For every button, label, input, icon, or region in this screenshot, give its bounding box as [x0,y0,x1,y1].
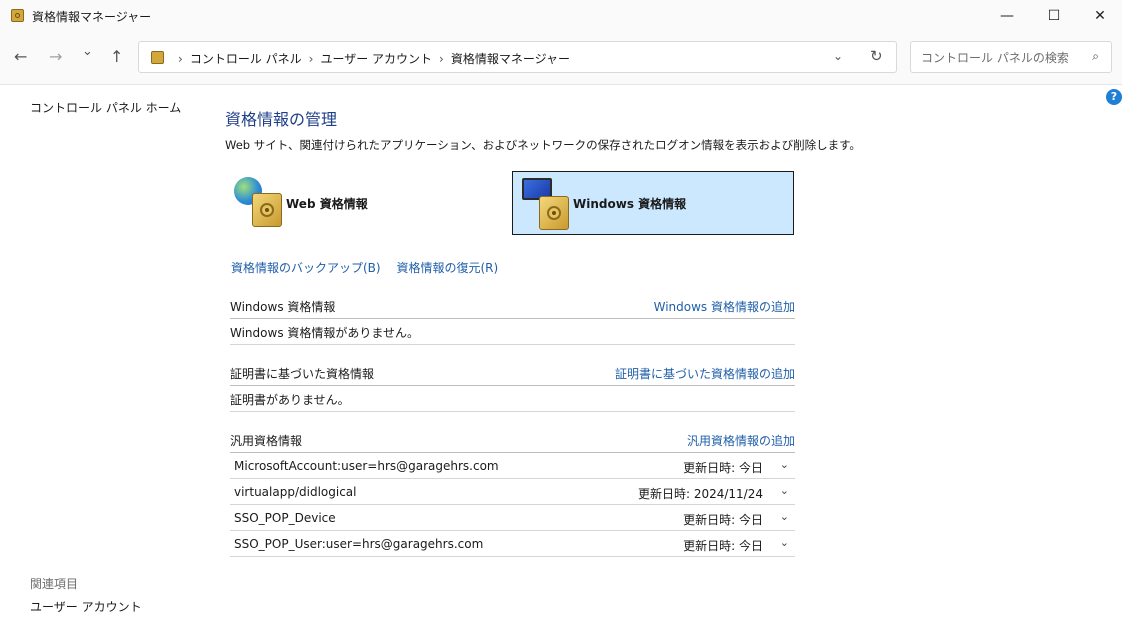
minimize-button[interactable]: — [984,0,1030,32]
control-panel-icon [151,51,164,64]
back-button[interactable]: ← [14,47,27,66]
certificate-credentials-header: 証明書に基づいた資格情報 証明書に基づいた資格情報の追加 [230,365,795,385]
credential-name: MicrosoftAccount:user=hrs@garagehrs.com [234,459,499,473]
generic-credential-row[interactable]: SSO_POP_User:user=hrs@garagehrs.com 更新日時… [230,531,795,557]
credential-modified: 更新日時: 今日 [683,461,763,475]
breadcrumb-credential-manager[interactable]: 資格情報マネージャー [451,52,570,66]
breadcrumb-user-accounts[interactable]: ユーザー アカウント [320,52,432,66]
related-heading: 関連項目 [30,577,79,591]
page-title: 資格情報の管理 [225,110,338,129]
backup-credentials-link[interactable]: 資格情報のバックアップ(B) [231,261,381,275]
credential-name: virtualapp/didlogical [234,485,357,499]
windows-credentials-title: Windows 資格情報 [230,300,336,314]
breadcrumb: › コントロール パネル › ユーザー アカウント › 資格情報マネージャー [171,50,570,67]
search-box[interactable]: ⌕ [910,41,1112,73]
vault-icon [252,193,282,227]
certificate-credentials-empty: 証明書がありません。 [230,393,350,407]
certificate-credentials-title: 証明書に基づいた資格情報 [230,367,375,381]
credential-modified: 更新日時: 今日 [683,539,763,553]
breadcrumb-separator-icon: › [178,52,183,66]
backup-restore-links: 資格情報のバックアップ(B) 資格情報の復元(R) [231,259,498,276]
breadcrumb-separator-icon: › [439,52,444,66]
forward-button[interactable]: → [49,47,62,66]
credential-name: SSO_POP_Device [234,511,336,525]
chevron-down-icon: ⌄ [82,44,93,59]
generic-credential-row[interactable]: virtualapp/didlogical 更新日時: 2024/11/24 ⌄ [230,479,795,505]
help-icon[interactable]: ? [1106,89,1122,105]
web-credentials-tile[interactable]: Web 資格情報 [228,171,510,235]
add-generic-credential-link[interactable]: 汎用資格情報の追加 [687,432,795,449]
credential-name: SSO_POP_User:user=hrs@garagehrs.com [234,537,484,551]
breadcrumb-separator-icon: › [308,52,314,66]
breadcrumb-control-panel[interactable]: コントロール パネル [190,52,302,66]
windows-credentials-label: Windows 資格情報 [573,197,687,211]
credential-modified: 更新日時: 2024/11/24 [637,487,763,501]
search-icon[interactable]: ⌕ [1092,49,1099,64]
window-title: 資格情報マネージャー [32,10,152,24]
maximize-icon: ☐ [1047,8,1061,24]
chevron-down-icon[interactable]: ⌄ [780,536,789,549]
search-input[interactable] [919,48,1083,68]
forward-arrow-icon: → [49,47,63,66]
address-dropdown-icon[interactable]: ⌄ [833,49,843,63]
title-bar: 資格情報マネージャー — ☐ ✕ [0,0,1122,32]
chevron-down-icon[interactable]: ⌄ [780,510,789,523]
credential-modified: 更新日時: 今日 [683,513,763,527]
minimize-icon: — [1000,8,1014,24]
up-arrow-icon: ↑ [110,47,124,66]
generic-credential-row[interactable]: SSO_POP_Device 更新日時: 今日 ⌄ [230,505,795,531]
navigation-bar: ← → ⌄ ↑ › コントロール パネル › ユーザー アカウント › 資格情報マネージャ… [0,32,1122,85]
chevron-down-icon[interactable]: ⌄ [780,458,789,471]
credential-manager-icon [11,9,24,22]
divider [230,318,795,319]
divider [230,344,795,345]
refresh-icon[interactable]: ↻ [870,47,883,65]
generic-credential-row[interactable]: MicrosoftAccount:user=hrs@garagehrs.com … [230,453,795,479]
close-icon: ✕ [1094,8,1106,24]
maximize-button[interactable]: ☐ [1031,0,1077,32]
add-certificate-credential-link[interactable]: 証明書に基づいた資格情報の追加 [615,365,795,382]
web-credentials-label: Web 資格情報 [286,197,368,211]
divider [230,385,795,386]
address-bar[interactable]: › コントロール パネル › ユーザー アカウント › 資格情報マネージャー ⌄ ↻ [138,41,897,73]
vault-icon [539,196,569,230]
divider [230,411,795,412]
control-panel-home-link[interactable]: コントロール パネル ホーム [30,99,181,116]
windows-credentials-tile[interactable]: Windows 資格情報 [512,171,794,235]
up-button[interactable]: ↑ [110,47,123,66]
close-button[interactable]: ✕ [1077,0,1122,32]
user-accounts-link[interactable]: ユーザー アカウント [30,598,142,615]
generic-credentials-title: 汎用資格情報 [230,434,303,448]
windows-credentials-empty: Windows 資格情報がありません。 [230,326,420,340]
generic-credentials-header: 汎用資格情報 汎用資格情報の追加 [230,432,795,452]
windows-credentials-header: Windows 資格情報 Windows 資格情報の追加 [230,298,795,318]
page-description: Web サイト、関連付けられたアプリケーション、およびネットワークの保存されたロ… [225,138,861,152]
restore-credentials-link[interactable]: 資格情報の復元(R) [396,261,498,275]
recent-locations-button[interactable]: ⌄ [82,44,93,59]
chevron-down-icon[interactable]: ⌄ [780,484,789,497]
back-arrow-icon: ← [14,47,28,66]
add-windows-credential-link[interactable]: Windows 資格情報の追加 [654,298,795,315]
